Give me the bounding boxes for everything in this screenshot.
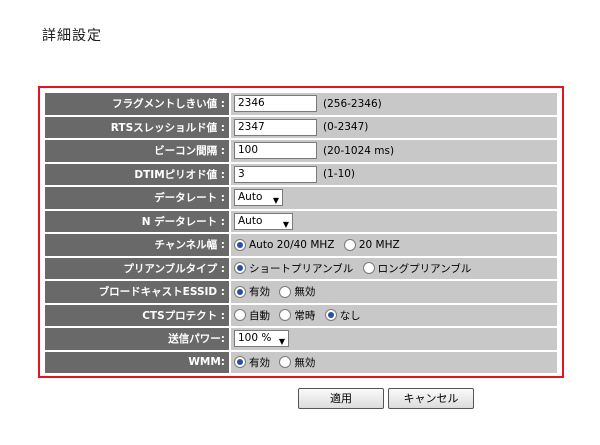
radio-label: ロングプリアンブル bbox=[377, 262, 472, 275]
chevron-down-icon: ▼ bbox=[272, 196, 279, 206]
radio-icon[interactable] bbox=[234, 262, 246, 275]
cts-label: CTSプロテクト : bbox=[45, 304, 231, 328]
radio-label: 無効 bbox=[294, 286, 316, 299]
datarate-value: Auto bbox=[238, 191, 263, 204]
settings-panel: フラグメントしきい値 : 2346 (256-2346) RTSスレッショルド値 … bbox=[38, 86, 564, 378]
radio-icon[interactable] bbox=[279, 309, 292, 322]
wmm-label: WMM: bbox=[45, 351, 231, 373]
fragment-hint: (256-2346) bbox=[323, 97, 382, 110]
fragment-label: フラグメントしきい値 : bbox=[45, 93, 231, 117]
row-cts: CTSプロテクト : 自動 常時 なし bbox=[45, 304, 557, 328]
cts-option-auto[interactable]: 自動 bbox=[234, 308, 270, 323]
preamble-label: プリアンブルタイプ : bbox=[45, 257, 231, 281]
radio-label: ショートプリアンブル bbox=[249, 262, 354, 275]
chevron-down-icon: ▼ bbox=[278, 337, 285, 347]
radio-icon[interactable] bbox=[279, 285, 292, 298]
row-ndatarate: N データレート : Auto ▼ bbox=[45, 210, 557, 234]
datarate-select[interactable]: Auto ▼ bbox=[234, 189, 283, 207]
radio-icon[interactable] bbox=[362, 262, 375, 275]
row-wmm: WMM: 有効 無効 bbox=[45, 351, 557, 373]
apply-button[interactable]: 適用 bbox=[298, 388, 384, 409]
essid-option-disable[interactable]: 無効 bbox=[279, 284, 315, 299]
row-preamble: プリアンブルタイプ : ショートプリアンブル ロングプリアンブル bbox=[45, 257, 557, 281]
page-title: 詳細設定 bbox=[42, 28, 102, 44]
beacon-label: ビーコン間隔 : bbox=[45, 140, 231, 164]
row-tx-power: 送信パワー: 100 % ▼ bbox=[45, 328, 557, 352]
ndatarate-label: N データレート : bbox=[45, 210, 231, 234]
radio-label: 自動 bbox=[249, 309, 270, 322]
channel-width-label: チャンネル幅 : bbox=[45, 234, 231, 258]
row-datarate: データレート : Auto ▼ bbox=[45, 187, 557, 211]
dtim-input[interactable]: 3 bbox=[234, 165, 317, 183]
channel-width-option-auto[interactable]: Auto 20/40 MHZ bbox=[234, 238, 335, 251]
radio-icon[interactable] bbox=[324, 309, 337, 322]
radio-label: 常時 bbox=[294, 309, 316, 322]
datarate-label: データレート : bbox=[45, 187, 231, 211]
row-rts: RTSスレッショルド値 : 2347 (0-2347) bbox=[45, 116, 557, 140]
radio-label: 無効 bbox=[294, 356, 316, 369]
row-fragment: フラグメントしきい値 : 2346 (256-2346) bbox=[45, 93, 557, 117]
row-dtim: DTIMピリオド値 : 3 (1-10) bbox=[45, 163, 557, 187]
radio-icon[interactable] bbox=[234, 285, 246, 298]
wmm-option-disable[interactable]: 無効 bbox=[279, 355, 315, 370]
fragment-input[interactable]: 2346 bbox=[234, 95, 317, 113]
radio-label: 有効 bbox=[249, 286, 270, 299]
ndatarate-select[interactable]: Auto ▼ bbox=[234, 212, 293, 230]
ndatarate-value: Auto bbox=[238, 214, 263, 227]
radio-label: Auto 20/40 MHZ bbox=[249, 238, 335, 251]
radio-label: 有効 bbox=[249, 356, 270, 369]
radio-label: なし bbox=[339, 309, 361, 322]
wmm-option-enable[interactable]: 有効 bbox=[234, 355, 270, 370]
tx-power-value: 100 % bbox=[238, 332, 272, 345]
channel-width-option-20[interactable]: 20 MHZ bbox=[343, 238, 400, 251]
tx-power-select[interactable]: 100 % ▼ bbox=[234, 330, 289, 348]
radio-label: 20 MHZ bbox=[358, 238, 400, 251]
row-beacon: ビーコン間隔 : 100 (20-1024 ms) bbox=[45, 140, 557, 164]
radio-icon[interactable] bbox=[234, 309, 246, 322]
essid-option-enable[interactable]: 有効 bbox=[234, 284, 270, 299]
cts-option-always[interactable]: 常時 bbox=[279, 308, 315, 323]
preamble-option-short[interactable]: ショートプリアンブル bbox=[234, 261, 353, 276]
cancel-button[interactable]: キャンセル bbox=[388, 388, 474, 409]
rts-label: RTSスレッショルド値 : bbox=[45, 116, 231, 140]
radio-icon[interactable] bbox=[234, 238, 246, 251]
radio-icon[interactable] bbox=[343, 238, 356, 251]
tx-power-label: 送信パワー: bbox=[45, 328, 231, 352]
dtim-hint: (1-10) bbox=[323, 168, 356, 181]
dtim-label: DTIMピリオド値 : bbox=[45, 163, 231, 187]
row-channel-width: チャンネル幅 : Auto 20/40 MHZ 20 MHZ bbox=[45, 234, 557, 258]
row-broadcast-essid: ブロードキャストESSID : 有効 無効 bbox=[45, 281, 557, 305]
settings-table: フラグメントしきい値 : 2346 (256-2346) RTSスレッショルド値 … bbox=[45, 93, 557, 373]
radio-icon[interactable] bbox=[279, 356, 292, 369]
rts-hint: (0-2347) bbox=[323, 121, 369, 134]
beacon-input[interactable]: 100 bbox=[234, 142, 317, 160]
broadcast-essid-label: ブロードキャストESSID : bbox=[45, 281, 231, 305]
chevron-down-icon: ▼ bbox=[282, 219, 289, 229]
radio-icon[interactable] bbox=[234, 356, 246, 369]
cts-option-none[interactable]: なし bbox=[324, 308, 361, 323]
preamble-option-long[interactable]: ロングプリアンブル bbox=[362, 261, 472, 276]
beacon-hint: (20-1024 ms) bbox=[323, 144, 395, 157]
rts-input[interactable]: 2347 bbox=[234, 118, 317, 136]
